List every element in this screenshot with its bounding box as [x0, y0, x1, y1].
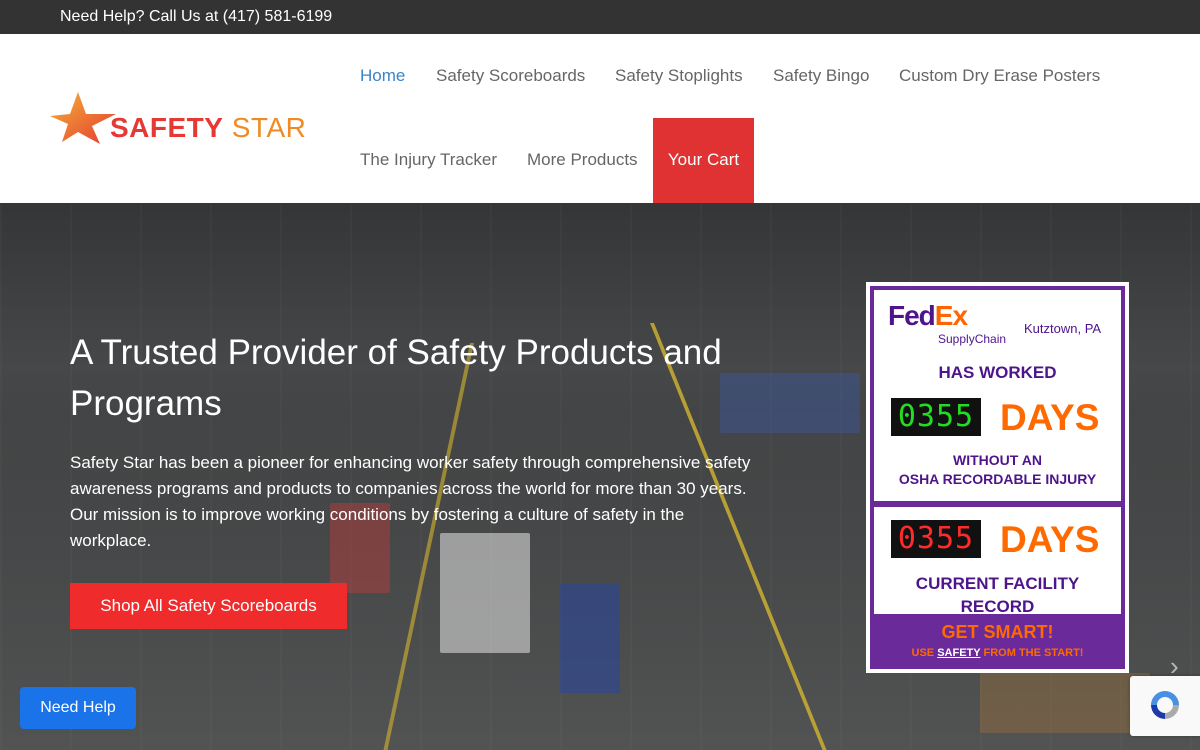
hero-machine — [560, 583, 620, 693]
days-counter-green: 0355 — [891, 398, 981, 436]
get-smart-label: GET SMART! — [941, 622, 1054, 642]
nav-your-cart[interactable]: Your Cart — [653, 118, 754, 203]
slogan-use: USE — [911, 647, 935, 659]
nav-home[interactable]: Home — [360, 66, 405, 86]
use-safety-slogan: USE SAFETY FROM THE START! — [874, 647, 1121, 659]
without-injury-label: WITHOUT AN OSHA RECORDABLE INJURY — [874, 451, 1121, 489]
fedex-supplychain: SupplyChain — [938, 332, 1007, 346]
logo-word-safety: SAFETY — [110, 112, 224, 143]
scoreboard-city: Kutztown, PA — [1024, 321, 1102, 336]
logo-word-star: STAR — [231, 112, 307, 143]
record-line-1: CURRENT FACILITY — [915, 574, 1080, 593]
nav-injury-tracker[interactable]: The Injury Tracker — [360, 150, 497, 170]
slogan-safety: SAFETY — [937, 647, 981, 659]
scoreboard-divider — [870, 501, 1125, 507]
fedex-logo-ex: Ex — [934, 300, 968, 331]
site-logo[interactable]: SAFETY STAR — [48, 90, 320, 150]
nav-custom-dry-erase-posters[interactable]: Custom Dry Erase Posters — [899, 66, 1100, 86]
recaptcha-badge[interactable] — [1130, 676, 1200, 736]
facility-record-label: CURRENT FACILITY RECORD — [874, 572, 1121, 618]
site-header: SAFETY STAR Home Safety Scoreboards Safe… — [0, 34, 1200, 203]
days-label: DAYS — [1000, 519, 1100, 560]
hero-machine — [980, 673, 1150, 733]
recaptcha-icon — [1151, 691, 1179, 719]
fedex-logo-fed: Fed — [888, 300, 936, 331]
scoreboard-frame: FedEx SupplyChain Kutztown, PA HAS WORKE… — [870, 286, 1125, 669]
safety-scoreboard-image: FedEx SupplyChain Kutztown, PA HAS WORKE… — [866, 282, 1129, 673]
without-line-1: WITHOUT AN — [953, 452, 1042, 468]
has-worked-label: HAS WORKED — [938, 363, 1057, 382]
days-counter-red: 0355 — [891, 520, 981, 558]
help-phone-text: Need Help? Call Us at (417) 581-6199 — [60, 8, 333, 25]
nav-safety-bingo[interactable]: Safety Bingo — [773, 66, 869, 86]
slogan-from-start: FROM THE START! — [983, 647, 1084, 659]
shop-scoreboards-button[interactable]: Shop All Safety Scoreboards — [70, 583, 347, 629]
days-label: DAYS — [1000, 397, 1100, 438]
hero-description: Safety Star has been a pioneer for enhan… — [70, 453, 751, 550]
top-help-bar: Need Help? Call Us at (417) 581-6199 — [0, 0, 1200, 34]
hero-title: A Trusted Provider of Safety Products an… — [70, 333, 722, 423]
nav-safety-stoplights[interactable]: Safety Stoplights — [615, 66, 743, 86]
without-line-2: OSHA RECORDABLE INJURY — [898, 471, 1097, 487]
nav-more-products[interactable]: More Products — [527, 150, 638, 170]
logo-wordmark: SAFETY STAR — [110, 112, 306, 144]
fedex-logo: FedEx — [888, 300, 968, 332]
nav-safety-scoreboards[interactable]: Safety Scoreboards — [436, 66, 585, 86]
need-help-button[interactable]: Need Help — [20, 687, 136, 729]
